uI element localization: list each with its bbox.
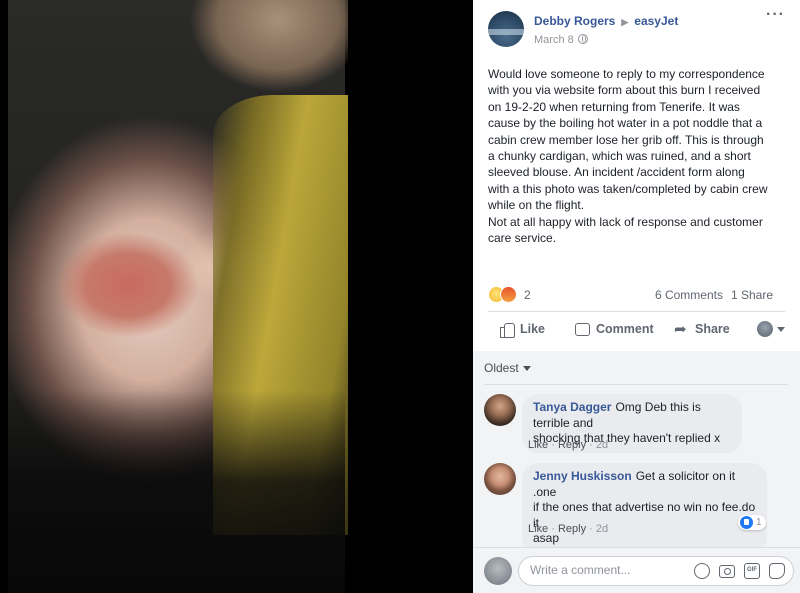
gif-icon[interactable]: GIF: [744, 563, 760, 579]
divider: [488, 311, 785, 312]
post-actions: Like Comment Share: [488, 318, 785, 346]
author-name[interactable]: Debby Rogers: [534, 14, 615, 28]
post-header: Debby Rogers ▶ easyJet March 8: [488, 11, 788, 51]
current-user-avatar: [484, 557, 512, 585]
reactions-bar: 2 6 Comments 1 Share: [488, 286, 788, 304]
composer-icons: GIF: [694, 563, 785, 579]
post-text-line: on 19-2-20 when returning from Tenerife.…: [488, 99, 740, 114]
globe-icon: [577, 34, 588, 44]
more-options-icon[interactable]: ···: [766, 7, 785, 23]
comment-composer: GIF: [473, 547, 800, 593]
post-text-line: a chunky cardigan, which was ruined, and…: [488, 149, 751, 164]
post-text: Would love someone to reply to my corres…: [488, 66, 788, 246]
post-stats: 6 Comments 1 Share: [655, 288, 773, 302]
like-label: Like: [520, 322, 546, 336]
user-avatar-small: [757, 321, 773, 337]
reaction-as-selector[interactable]: [757, 321, 785, 337]
comment-button[interactable]: Comment: [575, 322, 654, 336]
shares-count[interactable]: 1 Share: [731, 288, 773, 302]
comment-sort-dropdown[interactable]: Oldest: [484, 361, 531, 375]
share-label: Share: [695, 322, 730, 336]
comment-like-badge[interactable]: 1: [738, 515, 766, 530]
author-avatar[interactable]: [488, 11, 524, 47]
sort-label: Oldest: [484, 361, 519, 375]
angry-reaction-icon[interactable]: [500, 286, 517, 303]
photo-viewer: [0, 0, 473, 593]
target-page-name[interactable]: easyJet: [634, 14, 678, 28]
comment-links: Like · Reply · 2d: [528, 523, 609, 535]
comment-author[interactable]: Jenny Huskisson: [533, 469, 632, 483]
share-icon: [674, 320, 689, 338]
post-panel: Debby Rogers ▶ easyJet March 8 ··· Would l…: [473, 0, 800, 593]
comment-links: Like · Reply · 2d: [528, 439, 609, 451]
comment-like-count: 1: [756, 517, 762, 528]
post-meta: March 8: [534, 34, 588, 46]
chevron-down-icon: [777, 326, 785, 332]
photo-hair-region: [158, 0, 348, 105]
post-text-line: cause by the boiling hot water in a pot …: [488, 116, 763, 131]
arrow-right-icon: ▶: [621, 17, 629, 27]
camera-icon[interactable]: [719, 565, 735, 578]
post-text-line: with a this photo was taken/completed by…: [488, 181, 768, 196]
like-button[interactable]: Like: [500, 322, 546, 338]
post-text-line: cabin crew member lose her grib off. Thi…: [488, 132, 764, 147]
comment-age[interactable]: 2d: [596, 523, 608, 535]
post-photo[interactable]: [8, 0, 348, 593]
comment-like-link[interactable]: Like: [528, 439, 548, 451]
comment-input[interactable]: [530, 563, 680, 577]
comment-author[interactable]: Tanya Dagger: [533, 400, 611, 414]
comment-input-box[interactable]: GIF: [518, 556, 794, 586]
share-button[interactable]: Share: [674, 320, 730, 338]
comment-icon: [575, 322, 590, 336]
divider: [484, 384, 788, 385]
comment-like-link[interactable]: Like: [528, 523, 548, 535]
comment-age[interactable]: 2d: [596, 439, 608, 451]
comment-reply-link[interactable]: Reply: [558, 523, 586, 535]
comment-reply-link[interactable]: Reply: [558, 439, 586, 451]
emoji-icon[interactable]: [694, 563, 710, 579]
sticker-icon[interactable]: [769, 563, 785, 579]
post-text-line: sleeved blouse. An incident /accident fo…: [488, 165, 745, 180]
like-reaction-icon: [740, 516, 753, 529]
post-text-line: Not at all happy with lack of response a…: [488, 214, 763, 229]
post-date[interactable]: March 8: [534, 34, 574, 46]
comment-bubble: Jenny Huskisson Get a solicitor on it .on…: [522, 463, 767, 553]
thumbs-up-icon: [500, 322, 515, 338]
commenter-avatar[interactable]: [484, 463, 516, 495]
commenter-avatar[interactable]: [484, 394, 516, 426]
post-text-line: Would love someone to reply to my corres…: [488, 67, 765, 81]
comments-count[interactable]: 6 Comments: [655, 288, 723, 302]
post-text-line: while on the flight.: [488, 198, 585, 213]
post-text-line: with you via website form about this bur…: [488, 83, 761, 98]
comment-label: Comment: [596, 322, 654, 336]
comments-section: Oldest Tanya Dagger Omg Deb this is terri…: [473, 351, 800, 553]
post-names: Debby Rogers ▶ easyJet: [534, 14, 678, 28]
chevron-down-icon: [522, 365, 531, 371]
post-text-line: care service.: [488, 231, 557, 246]
reaction-count[interactable]: 2: [524, 288, 531, 302]
photo-shadow: [8, 390, 345, 593]
